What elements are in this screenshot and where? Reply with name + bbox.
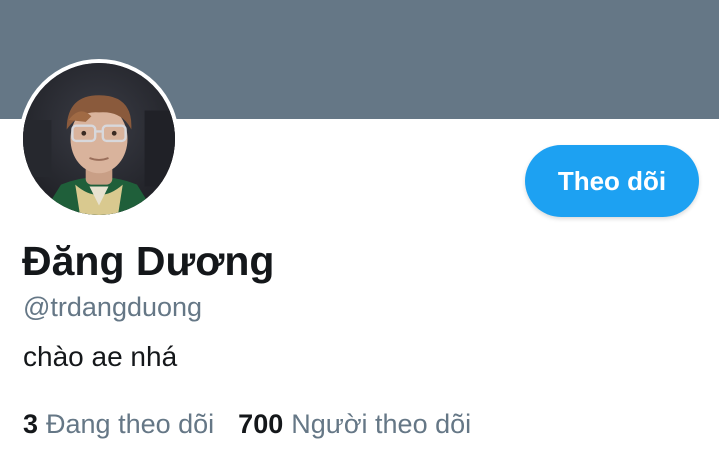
display-name: Đăng Dương (22, 238, 275, 284)
following-label: Đang theo dõi (46, 409, 215, 439)
profile-page: Theo dõi Đăng Dương @trdangduong chào ae… (0, 0, 719, 454)
avatar[interactable] (19, 59, 179, 219)
followers-count: 700 (238, 409, 284, 439)
user-handle: @trdangduong (23, 292, 203, 322)
following-stat[interactable]: 3 Đang theo dõi (23, 409, 214, 440)
avatar-photo (23, 63, 175, 215)
followers-label: Người theo dõi (291, 409, 472, 439)
followers-stat[interactable]: 700 Người theo dõi (238, 409, 471, 440)
following-count: 3 (23, 409, 39, 439)
follow-button[interactable]: Theo dõi (525, 145, 699, 217)
user-bio: chào ae nhá (23, 341, 178, 372)
profile-stats: 3 Đang theo dõi 700 Người theo dõi (23, 409, 471, 440)
